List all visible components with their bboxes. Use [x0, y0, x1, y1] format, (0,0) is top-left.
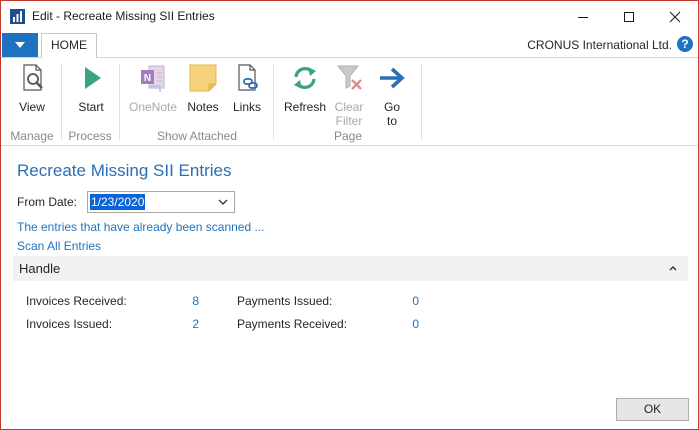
- handle-fasttab-header[interactable]: Handle: [13, 256, 688, 281]
- payments-issued-value[interactable]: 0: [389, 294, 419, 308]
- notes-button[interactable]: Notes: [183, 62, 223, 114]
- goto-label-line1: Go: [383, 100, 400, 114]
- from-date-field[interactable]: 1/23/2020: [87, 191, 235, 213]
- onenote-label: OneNote: [128, 100, 178, 114]
- ok-button[interactable]: OK: [616, 398, 689, 421]
- group-label-show-attached: Show Attached: [156, 129, 238, 143]
- ribbon-separator: [421, 64, 422, 140]
- payments-received-label: Payments Received:: [237, 317, 348, 331]
- help-icon[interactable]: ?: [677, 36, 693, 52]
- ribbon-separator: [273, 64, 274, 140]
- links-label: Links: [232, 100, 261, 114]
- ribbon-separator: [61, 64, 62, 140]
- tab-home[interactable]: HOME: [41, 33, 97, 58]
- clear-filter-label-line1: Clear: [334, 100, 364, 114]
- group-label-manage: Manage: [10, 129, 54, 143]
- invoices-issued-label: Invoices Issued:: [26, 317, 113, 331]
- view-icon: [23, 64, 43, 91]
- payments-issued-label: Payments Issued:: [237, 294, 333, 308]
- links-button[interactable]: Links: [227, 62, 267, 114]
- start-button[interactable]: Start: [69, 62, 113, 114]
- minimize-button[interactable]: [560, 1, 606, 32]
- company-name[interactable]: CRONUS International Ltd.: [527, 38, 672, 52]
- start-label: Start: [78, 100, 104, 114]
- from-date-label: From Date:: [17, 195, 78, 209]
- goto-label-line2: to: [386, 114, 397, 128]
- chevron-down-icon: [15, 42, 25, 48]
- scanned-entries-link[interactable]: The entries that have already been scann…: [17, 220, 265, 234]
- chevron-down-icon[interactable]: [217, 196, 229, 208]
- ribbon: View Start N OneNote Notes Links Refresh…: [1, 58, 698, 146]
- invoices-received-label: Invoices Received:: [26, 294, 127, 308]
- refresh-label: Refresh: [283, 100, 327, 114]
- group-label-process: Process: [68, 129, 112, 143]
- page-title: Recreate Missing SII Entries: [17, 161, 232, 180]
- maximize-icon: [624, 11, 634, 22]
- close-button[interactable]: [652, 1, 698, 32]
- scan-all-entries-link[interactable]: Scan All Entries: [17, 239, 101, 253]
- ribbon-separator: [119, 64, 120, 140]
- dialog-window: Edit - Recreate Missing SII Entries HOME…: [0, 0, 699, 430]
- link-icon: [238, 64, 258, 91]
- view-button[interactable]: View: [10, 62, 54, 114]
- maximize-button[interactable]: [606, 1, 652, 32]
- chevron-up-icon[interactable]: [668, 264, 678, 272]
- notes-label: Notes: [187, 100, 219, 114]
- title-bar: Edit - Recreate Missing SII Entries: [1, 1, 698, 32]
- clear-filter-icon: [336, 65, 362, 90]
- clear-filter-button[interactable]: Clear Filter: [331, 62, 367, 128]
- svg-text:N: N: [144, 73, 151, 84]
- clear-filter-label-line2: Filter: [335, 114, 363, 128]
- note-icon: [189, 64, 217, 92]
- view-label: View: [19, 100, 45, 114]
- minimize-icon: [578, 16, 588, 18]
- payments-received-value[interactable]: 0: [389, 317, 419, 331]
- application-menu-button[interactable]: [2, 33, 38, 57]
- invoices-received-value[interactable]: 8: [169, 294, 199, 308]
- handle-section-title: Handle: [19, 261, 61, 276]
- arrow-right-icon: [380, 67, 405, 89]
- close-icon: [669, 11, 681, 22]
- onenote-button[interactable]: N OneNote: [127, 62, 179, 114]
- refresh-button[interactable]: Refresh: [281, 62, 329, 114]
- app-icon: [10, 9, 25, 24]
- onenote-icon: N: [141, 65, 165, 92]
- play-icon: [85, 67, 101, 89]
- refresh-icon: [294, 67, 316, 89]
- invoices-issued-value[interactable]: 2: [169, 317, 199, 331]
- goto-button[interactable]: Go to: [373, 62, 411, 128]
- ribbon-tab-row: HOME CRONUS International Ltd. ?: [1, 32, 698, 58]
- group-label-page: Page: [333, 129, 363, 143]
- from-date-value: 1/23/2020: [90, 194, 146, 210]
- window-title: Edit - Recreate Missing SII Entries: [32, 9, 215, 23]
